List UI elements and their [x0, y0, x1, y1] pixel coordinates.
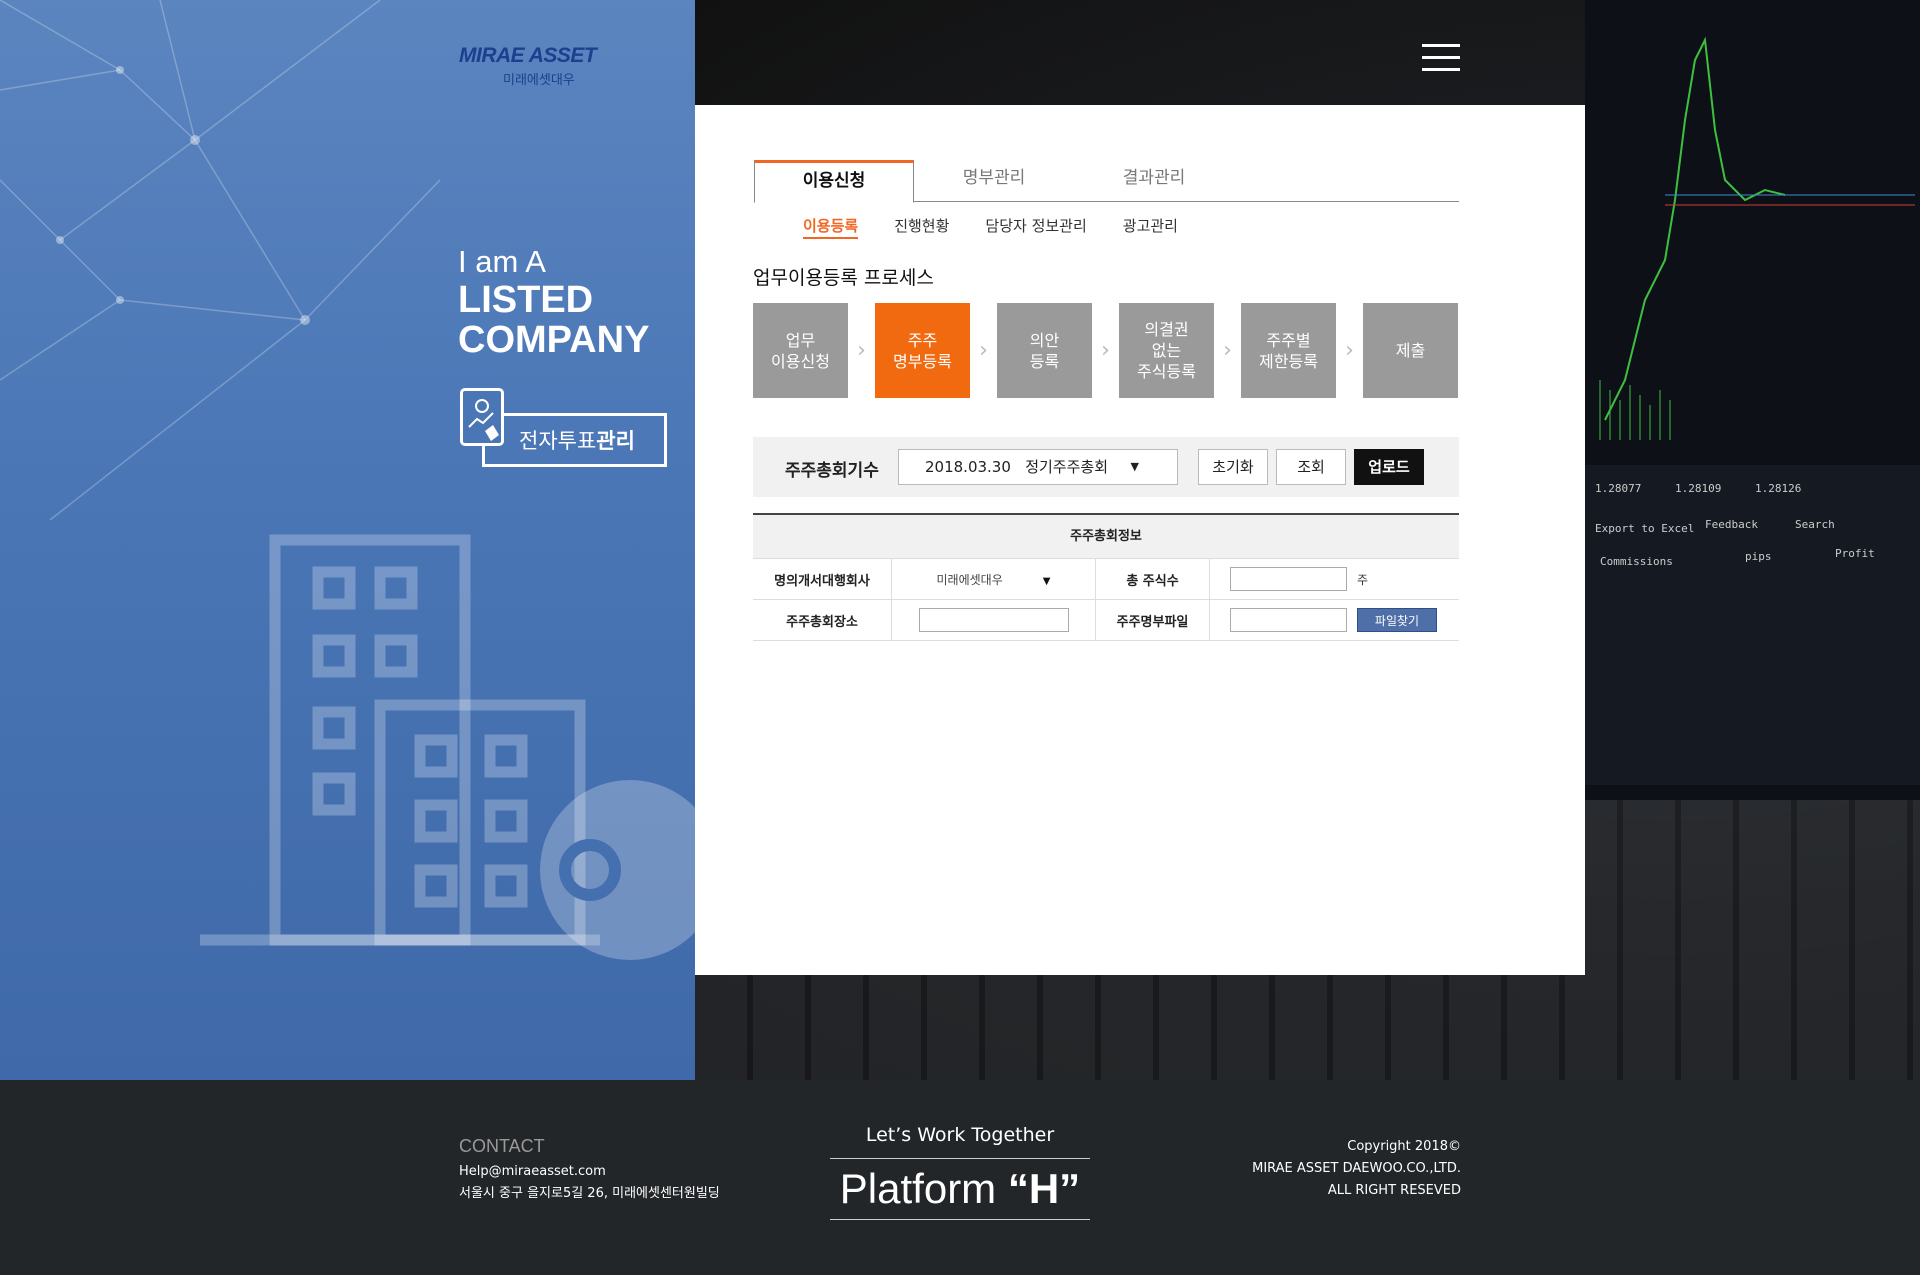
brand-name-en: MIRAE ASSET	[459, 44, 597, 67]
reset-button[interactable]: 초기화	[1198, 449, 1268, 485]
main-card: 이용신청 명부관리 결과관리 이용등록 진행현황 담당자 정보관리 광고관리 업…	[695, 105, 1585, 975]
file-path-input[interactable]	[1230, 608, 1347, 632]
svg-text:Profit: Profit	[1835, 547, 1875, 560]
chevron-right-icon: ›	[1345, 338, 1354, 363]
place-label: 주주총회장소	[786, 614, 858, 630]
svg-text:1.28126: 1.28126	[1755, 482, 1801, 495]
tab-results[interactable]: 결과관리	[1074, 160, 1234, 202]
file-label: 주주명부파일	[1095, 600, 1209, 640]
step-nonvoting[interactable]: 의결권 없는 주식등록	[1119, 303, 1214, 398]
svg-text:1.28077: 1.28077	[1595, 482, 1641, 495]
upload-button[interactable]: 업로드	[1354, 449, 1424, 485]
meeting-term-value: 2018.03.30 정기주주총회	[925, 458, 1108, 476]
step-roster[interactable]: 주주 명부등록	[875, 303, 970, 398]
chevron-right-icon: ›	[979, 338, 988, 363]
copyright-company: MIRAE ASSET DAEWOO.CO.,LTD.	[1252, 1161, 1461, 1176]
process-title: 업무이용등록 프로세스	[753, 267, 934, 289]
copyright-rights: ALL RIGHT RESEVED	[1327, 1183, 1461, 1198]
brand-name-ko: 미래에셋대우	[503, 73, 575, 88]
agent-cell: 미래에셋대우 ▼	[891, 559, 1095, 599]
step-submit[interactable]: 제출	[1363, 303, 1458, 398]
subtab-register[interactable]: 이용등록	[803, 215, 859, 239]
chevron-right-icon: ›	[857, 338, 866, 363]
step-agenda[interactable]: 의안 등록	[997, 303, 1092, 398]
evote-label-bold: 관리	[596, 429, 635, 453]
footer: CONTACT Help@miraeasset.com 서울시 중구 을지로5길…	[0, 1080, 1920, 1275]
table-row: 주주총회장소 주주명부파일 파일찾기	[753, 600, 1459, 641]
tagline: I am A LISTED COMPANY	[458, 244, 649, 360]
caret-down-icon: ▼	[1042, 575, 1051, 587]
platform-text: Platform	[839, 1165, 997, 1212]
total-shares-input[interactable]	[1230, 567, 1347, 591]
evote-label: 전자투표	[519, 429, 597, 453]
network-pattern	[0, 0, 695, 960]
laptop-screen: 1.28077 1.28109 1.28126 Export to Excel Fee…	[1585, 0, 1920, 800]
contact-email[interactable]: Help@miraeasset.com	[459, 1161, 720, 1183]
brand-logo[interactable]: MIRAE ASSET 미래에셋대우	[459, 44, 597, 88]
step-apply[interactable]: 업무 이용신청	[753, 303, 848, 398]
contact-block: CONTACT Help@miraeasset.com 서울시 중구 을지로5길…	[459, 1136, 720, 1205]
evote-box: 전자투표 관리	[482, 413, 667, 467]
agent-select[interactable]: 미래에셋대우 ▼	[937, 571, 1051, 588]
meeting-term-select[interactable]: 2018.03.30 정기주주총회 ▼	[898, 449, 1178, 485]
tab-roster[interactable]: 명부관리	[914, 160, 1074, 202]
hamburger-menu-icon[interactable]	[1422, 44, 1460, 74]
meeting-term-label: 주주총회기수	[785, 461, 879, 481]
meeting-filter: 주주총회기수 2018.03.30 정기주주총회 ▼ 초기화 조회 업로드	[753, 437, 1459, 497]
contact-address: 서울시 중구 을지로5길 26, 미래에셋센터원빌딩	[459, 1186, 720, 1201]
platform-block: Let’s Work Together Platform “H”	[830, 1124, 1090, 1220]
file-browse-button[interactable]: 파일찾기	[1357, 608, 1437, 632]
tagline-line3: COMPANY	[458, 319, 650, 361]
svg-text:Feedback: Feedback	[1705, 518, 1758, 531]
share-unit: 주	[1357, 572, 1369, 587]
total-shares-label: 총 주식수	[1095, 559, 1209, 599]
svg-text:Export to Excel: Export to Excel	[1595, 522, 1694, 535]
copyright-year: Copyright 2018©	[1347, 1139, 1461, 1154]
subtab-progress[interactable]: 진행현황	[894, 215, 949, 239]
sub-tabs: 이용등록 진행현황 담당자 정보관리 광고관리	[803, 215, 1178, 239]
total-shares-cell: 주	[1209, 559, 1459, 599]
place-cell	[891, 600, 1095, 640]
contact-title: CONTACT	[459, 1136, 545, 1156]
chevron-right-icon: ›	[1101, 338, 1110, 363]
subtab-manager-info[interactable]: 담당자 정보관리	[985, 215, 1086, 239]
file-cell: 파일찾기	[1209, 600, 1459, 640]
place-input[interactable]	[918, 608, 1069, 632]
svg-text:pips: pips	[1745, 550, 1772, 563]
svg-text:1.28109: 1.28109	[1675, 482, 1721, 495]
table-row: 명의개서대행회사 미래에셋대우 ▼ 총 주식수 주	[753, 559, 1459, 600]
platform-h: “H”	[1007, 1165, 1081, 1212]
tagline-line2: LISTED	[458, 279, 594, 321]
evote-manage-button[interactable]: 전자투표 관리	[460, 388, 667, 468]
process-steps: 업무 이용신청 › 주주 명부등록 › 의안 등록 › 의결권 없는 주식등록 …	[753, 303, 1458, 398]
agent-value: 미래에셋대우	[936, 572, 1003, 587]
lets-work-together: Let’s Work Together	[830, 1124, 1090, 1159]
agent-label: 명의개서대행회사	[774, 573, 870, 589]
tab-apply[interactable]: 이용신청	[754, 160, 914, 203]
platform-name: Platform “H”	[830, 1159, 1090, 1220]
meeting-info-table: 주주총회정보 명의개서대행회사 미래에셋대우 ▼ 총 주식수 주 주주총회장소 주…	[753, 513, 1459, 641]
svg-text:Search: Search	[1795, 518, 1835, 531]
caret-down-icon: ▼	[1130, 460, 1139, 473]
step-restriction[interactable]: 주주별 제한등록	[1241, 303, 1336, 398]
copyright-block: Copyright 2018© MIRAE ASSET DAEWOO.CO.,L…	[1252, 1136, 1461, 1202]
meeting-info-title: 주주총회정보	[753, 515, 1459, 559]
main-tabs: 이용신청 명부관리 결과관리	[754, 160, 1459, 203]
search-button[interactable]: 조회	[1276, 449, 1346, 485]
subtab-ads[interactable]: 광고관리	[1123, 215, 1178, 239]
chevron-right-icon: ›	[1223, 338, 1232, 363]
svg-text:Commissions: Commissions	[1600, 555, 1673, 568]
tagline-line1: I am A	[458, 244, 546, 279]
left-panel: MIRAE ASSET 미래에셋대우 I am A LISTED COMPANY…	[0, 0, 695, 1080]
tablet-vote-icon	[460, 388, 504, 446]
